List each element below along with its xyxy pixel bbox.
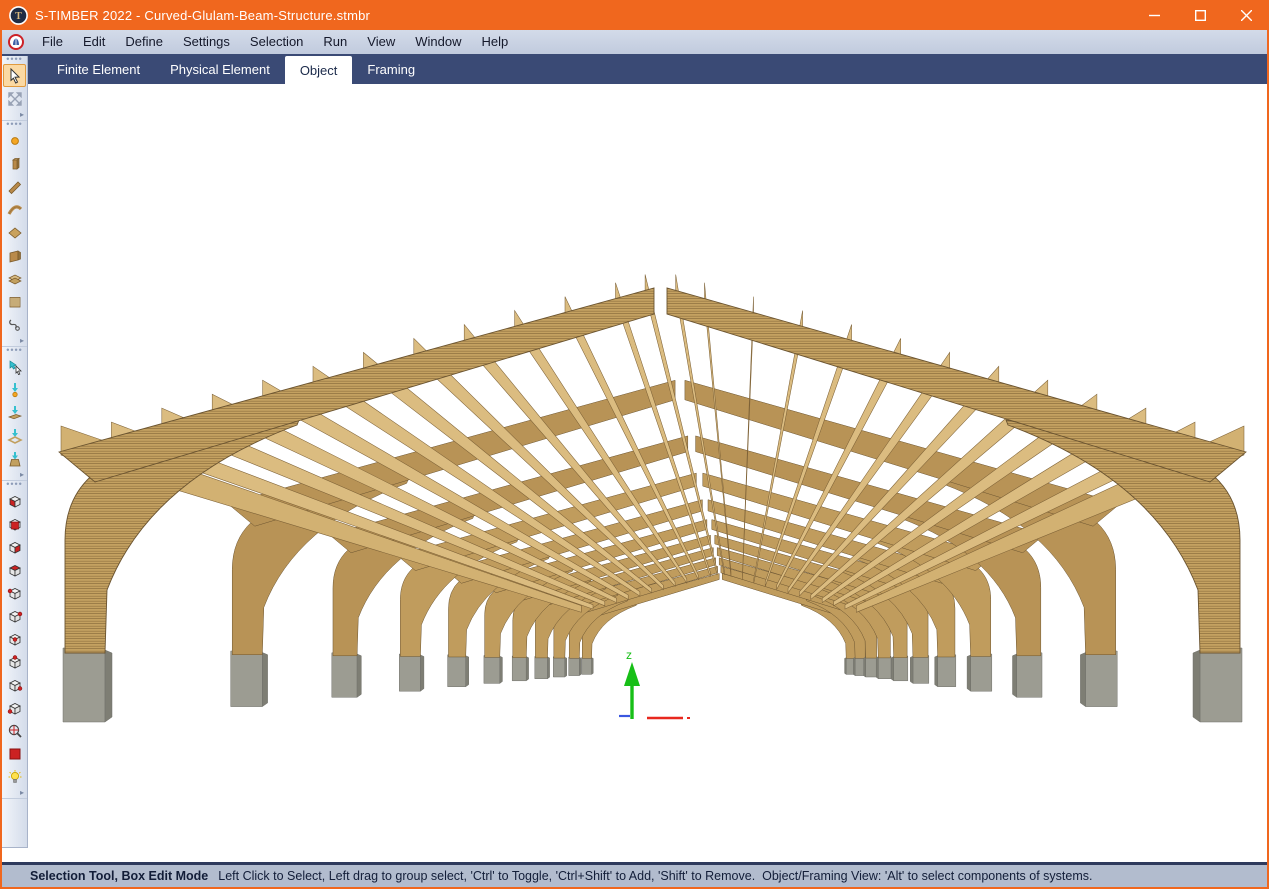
draw-floor-button[interactable] — [3, 267, 26, 290]
view-cube-corner-4-button[interactable] — [3, 650, 26, 673]
light-toggle-button[interactable] — [3, 765, 26, 788]
assign-solid-load-button[interactable] — [3, 447, 26, 470]
tab-framing[interactable]: Framing — [352, 54, 430, 84]
window-border-left — [0, 30, 2, 889]
minimize-button[interactable] — [1131, 0, 1177, 30]
assign-line-load-button[interactable] — [3, 401, 26, 424]
draw-beam-button[interactable] — [3, 175, 26, 198]
close-button[interactable] — [1223, 0, 1269, 30]
view-cube-corner-5-button[interactable] — [3, 673, 26, 696]
view-cube-front-button[interactable] — [3, 512, 26, 535]
status-mode-text: Selection Tool, Box Edit Mode — [30, 869, 208, 883]
view-tabs: Finite Element Physical Element Object F… — [2, 54, 1267, 84]
draw-node-button[interactable] — [3, 129, 26, 152]
menubar: File Edit Define Settings Selection Run … — [2, 30, 1267, 54]
model-viewport[interactable]: z — [27, 84, 1267, 862]
menu-define[interactable]: Define — [115, 30, 173, 54]
select-tool-button[interactable] — [3, 64, 26, 87]
view-cube-corner-6-button[interactable] — [3, 696, 26, 719]
assign-area-load-button[interactable] — [3, 424, 26, 447]
menu-edit[interactable]: Edit — [73, 30, 115, 54]
app-window: T S-TIMBER 2022 - Curved-Glulam-Beam-Str… — [0, 0, 1269, 889]
toolbar-grip-3[interactable]: •••• — [2, 347, 27, 355]
draw-clt-panel-button[interactable] — [3, 290, 26, 313]
app-logo-icon: T — [9, 6, 28, 25]
view-cube-corner-2-button[interactable] — [3, 604, 26, 627]
draw-wall-button[interactable] — [3, 244, 26, 267]
toolbar-grip-1[interactable]: •••• — [2, 56, 27, 64]
svg-text:T: T — [15, 11, 22, 22]
draw-curved-beam-button[interactable] — [3, 198, 26, 221]
view-cube-corner-3-button[interactable] — [3, 627, 26, 650]
assign-point-load-button[interactable] — [3, 378, 26, 401]
glulam-structure-3d-view[interactable]: z — [27, 84, 1267, 862]
menu-window[interactable]: Window — [405, 30, 471, 54]
toolbar-grip-2[interactable]: •••• — [2, 121, 27, 129]
draw-column-button[interactable] — [3, 152, 26, 175]
left-toolbar: •••• ▸ •••• — [2, 56, 28, 848]
statusbar: Selection Tool, Box Edit Mode Left Click… — [0, 862, 1269, 889]
menubar-logo-icon — [8, 34, 24, 50]
menu-run[interactable]: Run — [313, 30, 357, 54]
svg-text:z: z — [626, 648, 632, 662]
toolbar-grip-4[interactable]: •••• — [2, 481, 27, 489]
view-cube-corner-1-button[interactable] — [3, 581, 26, 604]
menu-view[interactable]: View — [357, 30, 405, 54]
view-cube-top-button[interactable] — [3, 558, 26, 581]
menu-settings[interactable]: Settings — [173, 30, 240, 54]
status-hint-text: Left Click to Select, Left drag to group… — [218, 869, 1092, 883]
menu-file[interactable]: File — [32, 30, 73, 54]
menu-selection[interactable]: Selection — [240, 30, 313, 54]
draw-plate-button[interactable] — [3, 221, 26, 244]
edit-mode-button[interactable] — [3, 87, 26, 110]
tab-finite-element[interactable]: Finite Element — [42, 54, 155, 84]
draw-release-button[interactable] — [3, 313, 26, 336]
zoom-extents-button[interactable] — [3, 719, 26, 742]
toolbar-expand-button-4[interactable]: ▸ — [2, 788, 27, 799]
render-mode-button[interactable] — [3, 742, 26, 765]
tab-physical-element[interactable]: Physical Element — [155, 54, 285, 84]
tab-object[interactable]: Object — [285, 56, 353, 84]
titlebar: T S-TIMBER 2022 - Curved-Glulam-Beam-Str… — [0, 0, 1269, 30]
window-title: S-TIMBER 2022 - Curved-Glulam-Beam-Struc… — [35, 8, 370, 23]
view-cube-right-button[interactable] — [3, 535, 26, 558]
assign-select-button[interactable] — [3, 355, 26, 378]
menu-help[interactable]: Help — [471, 30, 518, 54]
maximize-button[interactable] — [1177, 0, 1223, 30]
view-cube-iso-1-button[interactable] — [3, 489, 26, 512]
